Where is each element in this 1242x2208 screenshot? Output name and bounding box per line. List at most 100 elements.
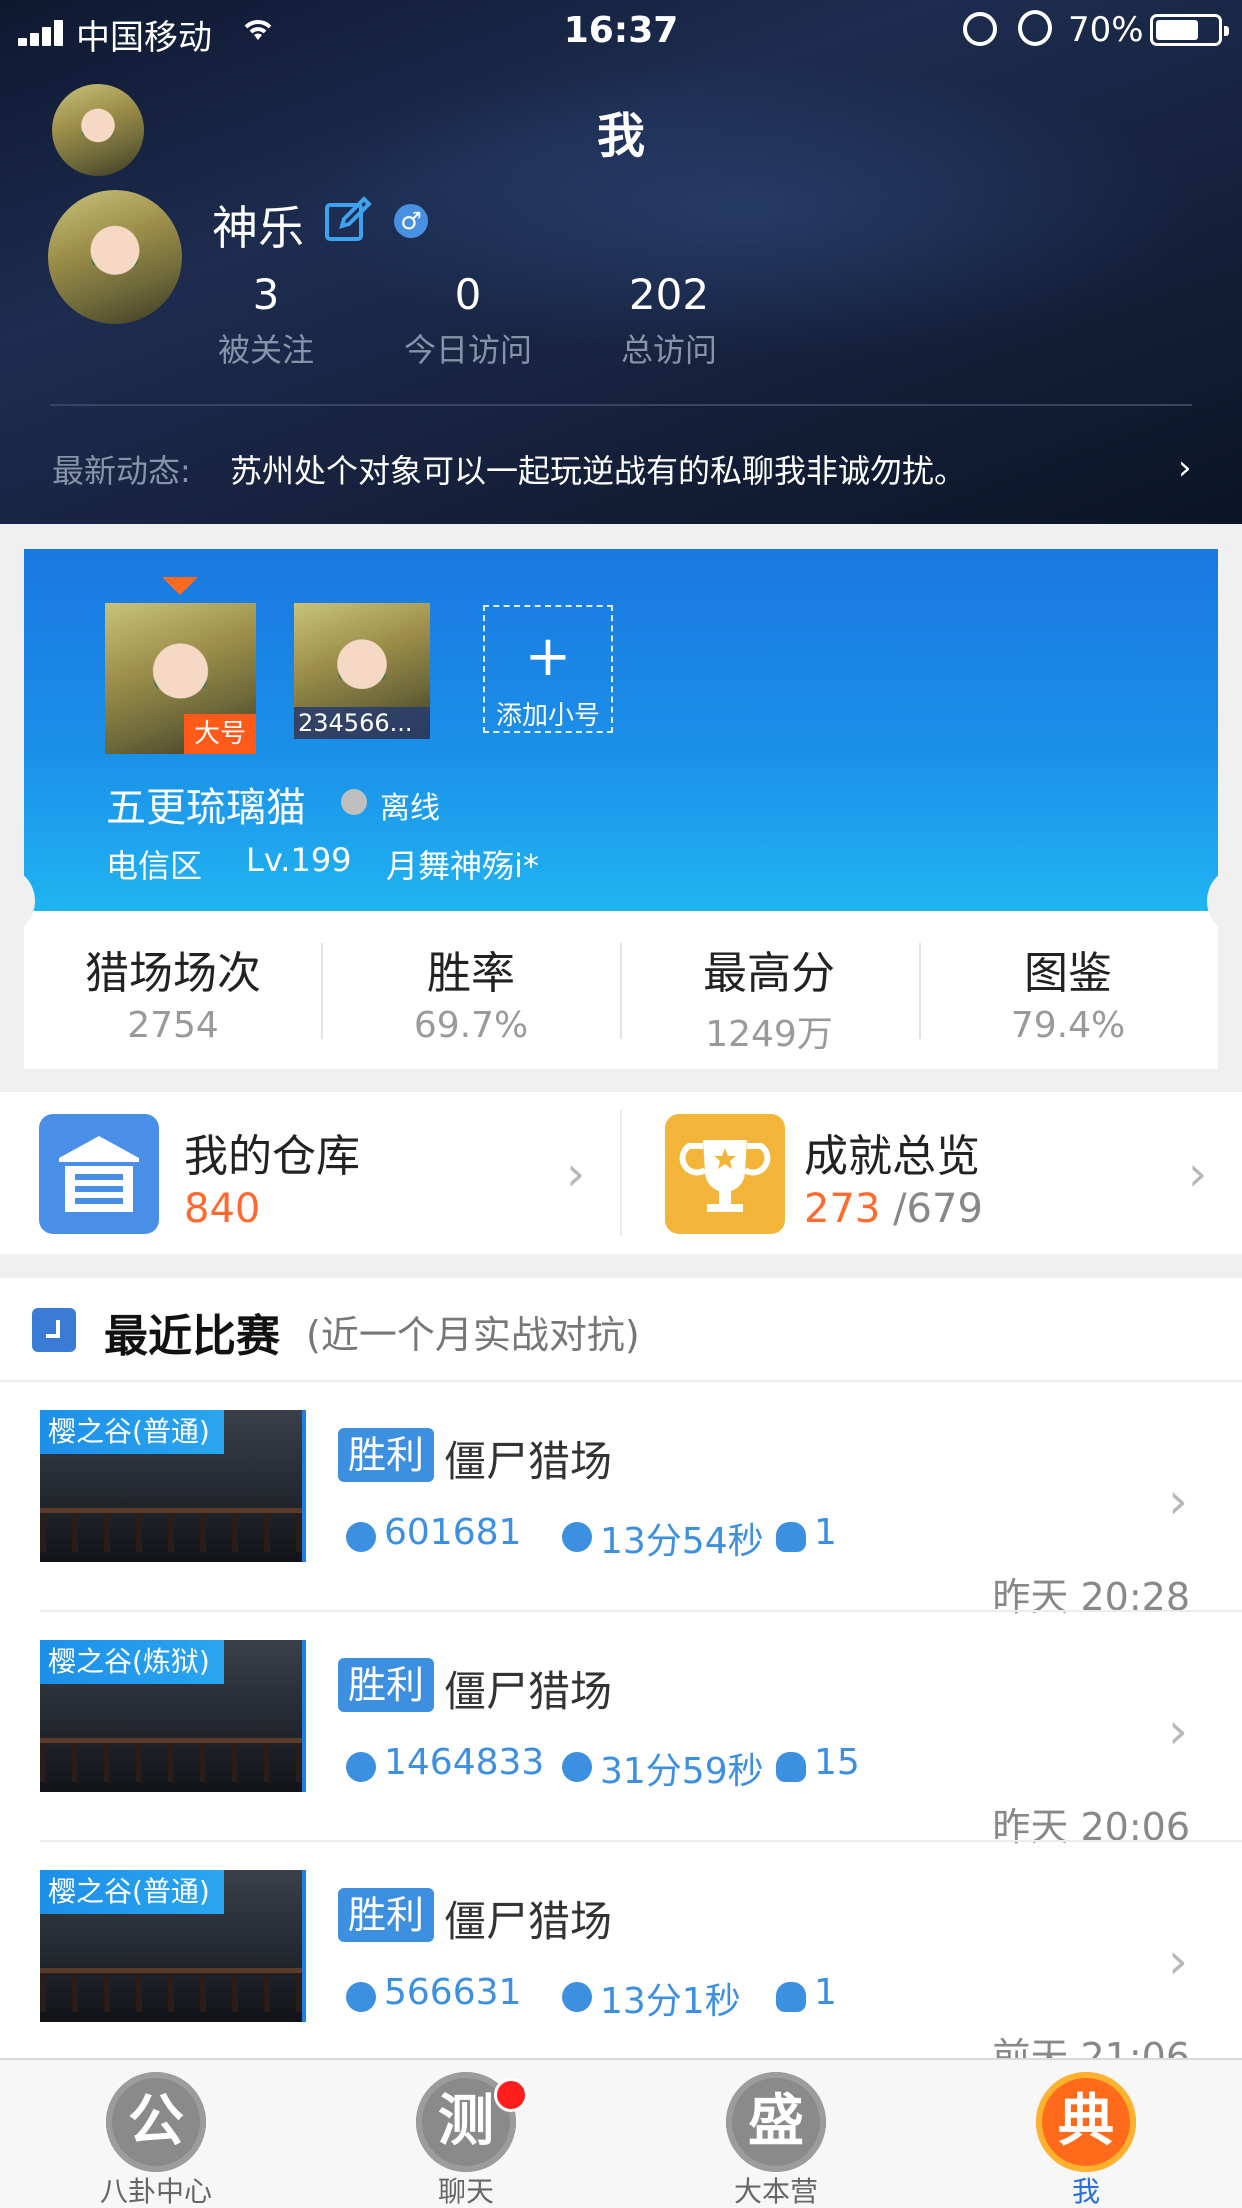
guild-name: 月舞神殇i*: [386, 847, 539, 885]
edit-icon[interactable]: [324, 196, 372, 244]
achievement-total: /679: [893, 1186, 983, 1232]
tab-label: 聊天: [437, 2175, 494, 2208]
result-badge: 胜利: [338, 1428, 435, 1482]
warehouse-title: 我的仓库: [184, 1131, 360, 1182]
today-visits-count: 0: [454, 270, 482, 319]
today-visits-stat[interactable]: 0 今日访问: [373, 270, 563, 371]
chevron-right-icon: ›: [1168, 1472, 1188, 1530]
header-divider: [50, 404, 1192, 406]
section-title: 最近比赛: [104, 1311, 280, 1362]
skull-icon: [776, 1522, 806, 1552]
medal-icon: [346, 1522, 376, 1552]
stat-winrate[interactable]: 胜率 69.7%: [322, 937, 620, 1046]
battery-percent: 70%: [1068, 10, 1144, 50]
match-score: 601681: [384, 1512, 522, 1553]
stat-highscore[interactable]: 最高分 1249万: [620, 937, 918, 1057]
stat-winrate-label: 胜率: [427, 948, 515, 999]
bottom-tab-bar: 公 八卦中心 测 聊天 盛 大本营 典 我: [0, 2058, 1242, 2208]
stopwatch-icon: [562, 1982, 592, 2012]
section-subtitle: (近一个月实战对抗): [306, 1313, 640, 1357]
status-time: 16:37: [563, 10, 679, 51]
total-visits-label: 总访问: [620, 331, 717, 369]
stat-collection-label: 图鉴: [1024, 948, 1112, 999]
stopwatch-icon: [562, 1522, 592, 1552]
alt-account-id: 234566...: [294, 707, 430, 739]
chevron-right-icon[interactable]: ›: [1178, 448, 1192, 488]
trophy-icon: [665, 1114, 785, 1234]
achievement-count: 273: [804, 1186, 881, 1232]
match-duration: 13分1秒: [600, 1981, 741, 2022]
today-visits-label: 今日访问: [403, 331, 532, 369]
selected-account-indicator: [162, 577, 198, 595]
game-mode: 僵尸猎场: [444, 1897, 613, 1946]
followers-label: 被关注: [217, 331, 314, 369]
match-kills: 1: [814, 1512, 837, 1553]
skull-icon: [776, 1982, 806, 2012]
map-name: 樱之谷(普通): [40, 1410, 224, 1454]
match-row[interactable]: 樱之谷(普通) 胜利 僵尸猎场 566631 13分1秒 1 › 前天 21:0…: [0, 1842, 1242, 2058]
stat-collection[interactable]: 图鉴 79.4%: [919, 937, 1217, 1046]
tab-label: 八卦中心: [99, 2175, 212, 2208]
server-name: 电信区: [106, 847, 203, 885]
base-camp-badge-icon: 盛: [726, 2072, 826, 2172]
username: 神乐: [212, 201, 304, 255]
game-mode: 僵尸猎场: [444, 1437, 613, 1486]
profile-avatar[interactable]: [48, 190, 182, 324]
result-badge: 胜利: [338, 1888, 435, 1942]
tab-base-camp[interactable]: 盛 大本营: [676, 2060, 876, 2208]
match-duration: 13分54秒: [600, 1521, 764, 1562]
skull-icon: [776, 1752, 806, 1782]
total-visits-stat[interactable]: 202 总访问: [574, 270, 764, 371]
medal-icon: [346, 1982, 376, 2012]
match-score: 1464833: [384, 1742, 545, 1783]
profile-header: 中国移动 16:37 70% 我 神乐 ♂ 3 被关注 0 今日访问 202 总…: [0, 0, 1242, 524]
recent-matches-section: 最近比赛 (近一个月实战对抗) 樱之谷(普通) 胜利 僵尸猎场 601681 1…: [0, 1278, 1242, 2058]
tab-chat[interactable]: 测 聊天: [366, 2060, 566, 2208]
followers-count: 3: [252, 270, 280, 319]
add-alt-account-button[interactable]: + 添加小号: [483, 605, 613, 733]
stat-highscore-label: 最高分: [703, 948, 835, 999]
tab-gossip-center[interactable]: 公 八卦中心: [56, 2060, 256, 2208]
plus-icon: +: [524, 624, 572, 689]
chevron-right-icon: ›: [1188, 1146, 1208, 1202]
chevron-right-icon: ›: [1168, 1932, 1188, 1990]
game-account-card: 大号 234566... + 添加小号 五更琉璃猫 离线 电信区 Lv.199 …: [24, 549, 1218, 911]
chevron-right-icon: ›: [566, 1146, 586, 1202]
stat-highscore-value: 1249万: [705, 1014, 833, 1055]
player-level: Lv.199: [246, 841, 352, 879]
offline-status-icon: [341, 789, 367, 815]
male-gender-icon: ♂: [394, 204, 428, 238]
tab-me[interactable]: 典 我: [986, 2060, 1186, 2208]
match-row[interactable]: 樱之谷(普通) 胜利 僵尸猎场 601681 13分54秒 1 › 昨天 20:…: [0, 1382, 1242, 1619]
medal-icon: [346, 1752, 376, 1782]
achievement-progress: 273 /679: [804, 1186, 983, 1232]
page-title: 我: [596, 108, 645, 164]
stat-matches[interactable]: 猎场场次 2754: [24, 937, 322, 1046]
stat-matches-value: 2754: [127, 1005, 219, 1046]
orientation-lock-icon: [963, 12, 997, 46]
match-time: 前天 21:06: [992, 2035, 1190, 2058]
alt-account-avatar[interactable]: 234566...: [294, 603, 430, 739]
main-account-avatar[interactable]: 大号: [105, 603, 256, 754]
add-alt-account-label: 添加小号: [495, 701, 600, 731]
news-text[interactable]: 苏州处个对象可以一起玩逆战有的私聊我非诚勿扰。: [230, 446, 966, 492]
chevron-right-icon: ›: [1168, 1702, 1188, 1760]
map-name: 樱之谷(炼狱): [40, 1640, 224, 1684]
stopwatch-icon: [562, 1752, 592, 1782]
warehouse-icon: [39, 1114, 159, 1234]
followers-stat[interactable]: 3 被关注: [171, 270, 361, 371]
game-mode: 僵尸猎场: [444, 1667, 613, 1716]
map-name: 樱之谷(普通): [40, 1870, 224, 1914]
match-kills: 15: [814, 1742, 860, 1783]
status-bar: 中国移动 16:37 70%: [0, 0, 1242, 62]
total-visits-count: 202: [628, 270, 710, 319]
main-account-badge: 大号: [184, 714, 256, 754]
game-stats-row: 猎场场次 2754 胜率 69.7% 最高分 1249万 图鉴 79.4%: [24, 911, 1218, 1069]
match-kills: 1: [814, 1972, 837, 2013]
me-badge-icon: 典: [1036, 2072, 1136, 2172]
result-badge: 胜利: [338, 1658, 435, 1712]
battery-icon: [1150, 14, 1229, 46]
match-row[interactable]: 樱之谷(炼狱) 胜利 僵尸猎场 1464833 31分59秒 15 › 昨天 2…: [0, 1612, 1242, 1849]
stat-matches-label: 猎场场次: [85, 948, 261, 999]
online-status: 离线: [380, 791, 440, 826]
